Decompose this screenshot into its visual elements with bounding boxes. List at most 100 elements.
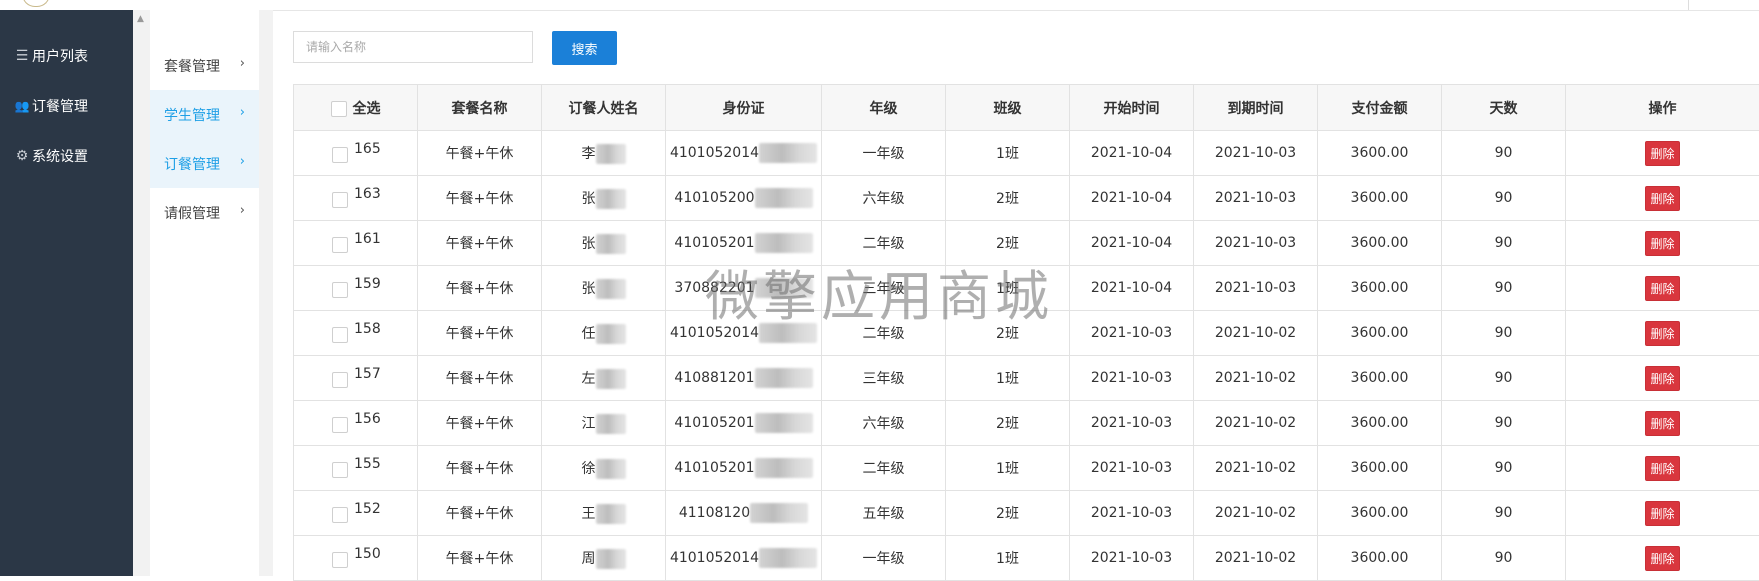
redacted-name bbox=[596, 549, 626, 569]
row-checkbox[interactable] bbox=[332, 507, 348, 523]
row-checkbox[interactable] bbox=[332, 552, 348, 568]
row-checkbox[interactable] bbox=[332, 192, 348, 208]
package-cell: 午餐+午休 bbox=[418, 401, 542, 446]
orders-table: 全选 套餐名称 订餐人姓名 身份证 年级 班级 开始时间 到期时间 支付金额 天… bbox=[293, 84, 1759, 581]
table-row: 165午餐+午休李4101052014一年级1班2021-10-042021-1… bbox=[294, 131, 1759, 176]
list-icon: ☰ bbox=[14, 48, 30, 64]
order-id: 150 bbox=[354, 546, 381, 562]
order-id: 155 bbox=[354, 456, 381, 472]
grade-cell: 六年级 bbox=[822, 176, 946, 221]
row-checkbox[interactable] bbox=[332, 372, 348, 388]
chevron-right-icon: › bbox=[240, 154, 245, 169]
column-header-end-time: 到期时间 bbox=[1194, 85, 1318, 131]
days-cell: 90 bbox=[1442, 491, 1566, 536]
redacted-id-card bbox=[759, 548, 817, 568]
delete-button[interactable]: 删除 bbox=[1645, 186, 1679, 211]
subnav-scrollbar[interactable]: ▲ bbox=[133, 10, 150, 576]
order-id: 158 bbox=[354, 321, 381, 337]
orderer-name: 徐 bbox=[582, 461, 596, 477]
delete-button[interactable]: 删除 bbox=[1645, 501, 1679, 526]
package-cell: 午餐+午休 bbox=[418, 356, 542, 401]
row-select-cell[interactable]: 156 bbox=[294, 401, 418, 446]
users-icon: 👥 bbox=[14, 99, 30, 113]
order-id: 159 bbox=[354, 276, 381, 292]
select-all-header[interactable]: 全选 bbox=[294, 85, 418, 131]
orderer-name-cell: 张 bbox=[542, 176, 666, 221]
delete-button[interactable]: 删除 bbox=[1645, 546, 1679, 571]
redacted-name bbox=[596, 279, 626, 299]
grade-cell: 六年级 bbox=[822, 401, 946, 446]
search-input[interactable] bbox=[293, 31, 533, 63]
row-checkbox[interactable] bbox=[332, 237, 348, 253]
subnav-item-label: 套餐管理 bbox=[164, 56, 220, 76]
id-card-cell: 410105201 bbox=[666, 221, 822, 266]
delete-button[interactable]: 删除 bbox=[1645, 141, 1679, 166]
orderer-name-cell: 左 bbox=[542, 356, 666, 401]
orderer-name: 江 bbox=[582, 416, 596, 432]
search-button[interactable]: 搜索 bbox=[552, 31, 617, 65]
delete-button[interactable]: 删除 bbox=[1645, 456, 1679, 481]
amount-cell: 3600.00 bbox=[1318, 536, 1442, 581]
row-checkbox[interactable] bbox=[332, 282, 348, 298]
grade-cell: 三年级 bbox=[822, 356, 946, 401]
package-cell: 午餐+午休 bbox=[418, 221, 542, 266]
subnav-item-student-management[interactable]: 学生管理 › bbox=[150, 90, 259, 139]
top-divider bbox=[1688, 0, 1689, 10]
redacted-name bbox=[596, 189, 626, 209]
order-id: 161 bbox=[354, 231, 381, 247]
row-select-cell[interactable]: 165 bbox=[294, 131, 418, 176]
column-header-id-card: 身份证 bbox=[666, 85, 822, 131]
package-cell: 午餐+午休 bbox=[418, 311, 542, 356]
id-card-number: 410881201 bbox=[674, 370, 754, 386]
subnav-item-order-management[interactable]: 订餐管理 › bbox=[150, 139, 259, 188]
amount-cell: 3600.00 bbox=[1318, 401, 1442, 446]
sidebar-item-user-list[interactable]: ☰ 用户列表 bbox=[0, 36, 133, 76]
sidebar-item-order-management[interactable]: 👥 订餐管理 bbox=[0, 86, 133, 126]
delete-button[interactable]: 删除 bbox=[1645, 411, 1679, 436]
id-card-cell: 41108120 bbox=[666, 491, 822, 536]
id-card-number: 410105200 bbox=[674, 190, 754, 206]
start-time-cell: 2021-10-03 bbox=[1070, 401, 1194, 446]
sidebar-item-system-settings[interactable]: ⚙ 系统设置 bbox=[0, 136, 133, 176]
redacted-name bbox=[596, 144, 626, 164]
row-checkbox[interactable] bbox=[332, 417, 348, 433]
row-select-cell[interactable]: 150 bbox=[294, 536, 418, 581]
subnav-item-leave-management[interactable]: 请假管理 › bbox=[150, 188, 259, 237]
sidebar-item-label: 系统设置 bbox=[32, 146, 88, 166]
row-checkbox[interactable] bbox=[332, 147, 348, 163]
scroll-up-icon[interactable]: ▲ bbox=[137, 14, 144, 24]
table-row: 152午餐+午休王41108120五年级2班2021-10-032021-10-… bbox=[294, 491, 1759, 536]
delete-button[interactable]: 删除 bbox=[1645, 276, 1679, 301]
id-card-cell: 4101052014 bbox=[666, 131, 822, 176]
row-select-cell[interactable]: 158 bbox=[294, 311, 418, 356]
subnav-item-label: 订餐管理 bbox=[164, 154, 220, 174]
amount-cell: 3600.00 bbox=[1318, 266, 1442, 311]
class-cell: 2班 bbox=[946, 176, 1070, 221]
row-select-cell[interactable]: 161 bbox=[294, 221, 418, 266]
select-all-checkbox[interactable] bbox=[331, 101, 347, 117]
end-time-cell: 2021-10-03 bbox=[1194, 221, 1318, 266]
amount-cell: 3600.00 bbox=[1318, 446, 1442, 491]
row-select-cell[interactable]: 163 bbox=[294, 176, 418, 221]
package-cell: 午餐+午休 bbox=[418, 131, 542, 176]
orderer-name: 张 bbox=[582, 236, 596, 252]
action-cell: 删除 bbox=[1566, 401, 1759, 446]
row-select-cell[interactable]: 157 bbox=[294, 356, 418, 401]
subnav-item-package-management[interactable]: 套餐管理 › bbox=[150, 41, 259, 90]
row-select-cell[interactable]: 159 bbox=[294, 266, 418, 311]
row-checkbox[interactable] bbox=[332, 462, 348, 478]
redacted-name bbox=[596, 504, 626, 524]
redacted-id-card bbox=[755, 278, 813, 298]
end-time-cell: 2021-10-03 bbox=[1194, 131, 1318, 176]
row-select-cell[interactable]: 152 bbox=[294, 491, 418, 536]
delete-button[interactable]: 删除 bbox=[1645, 231, 1679, 256]
row-select-cell[interactable]: 155 bbox=[294, 446, 418, 491]
chevron-right-icon: › bbox=[240, 105, 245, 120]
orderer-name: 左 bbox=[582, 371, 596, 387]
row-checkbox[interactable] bbox=[332, 327, 348, 343]
delete-button[interactable]: 删除 bbox=[1645, 366, 1679, 391]
delete-button[interactable]: 删除 bbox=[1645, 321, 1679, 346]
days-cell: 90 bbox=[1442, 176, 1566, 221]
orderer-name-cell: 徐 bbox=[542, 446, 666, 491]
package-cell: 午餐+午休 bbox=[418, 266, 542, 311]
